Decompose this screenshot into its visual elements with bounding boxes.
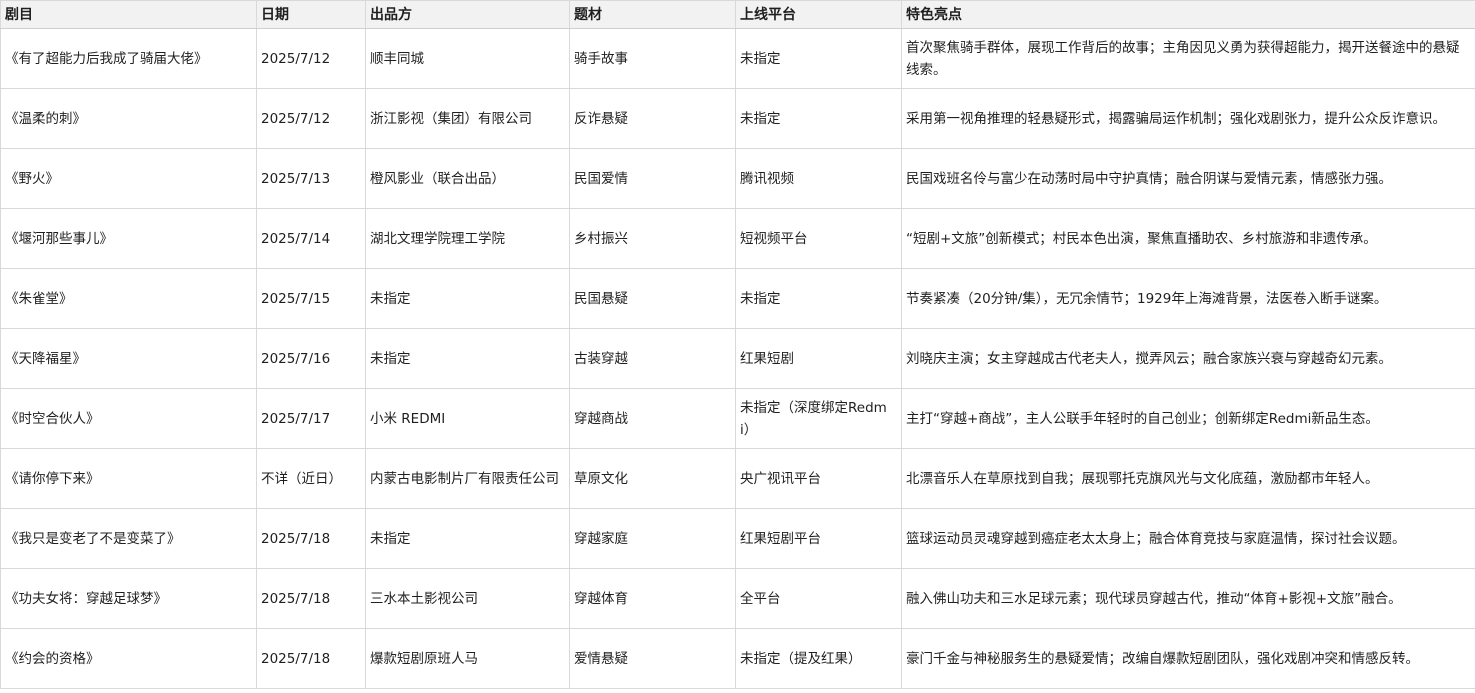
table-row: 《堰河那些事儿》 2025/7/14 湖北文理学院理工学院 乡村振兴 短视频平台 “短剧+… [0, 208, 1475, 269]
cell-platform[interactable]: 央广视讯平台 [735, 448, 902, 509]
cell-feature[interactable]: 融入佛山功夫和三水足球元素；现代球员穿越古代，推动“体育+影视+文旅”融合。 [901, 568, 1475, 629]
cell-producer[interactable]: 爆款短剧原班人马 [365, 628, 570, 689]
cell-producer[interactable]: 顺丰同城 [365, 28, 570, 89]
cell-feature[interactable]: 北漂音乐人在草原找到自我；展现鄂托克旗风光与文化底蕴，激励都市年轻人。 [901, 448, 1475, 509]
cell-genre[interactable]: 乡村振兴 [569, 208, 736, 269]
cell-title[interactable]: 《我只是变老了不是变菜了》 [0, 508, 257, 569]
cell-feature[interactable]: 采用第一视角推理的轻悬疑形式，揭露骗局运作机制；强化戏剧张力，提升公众反诈意识。 [901, 88, 1475, 149]
cell-platform[interactable]: 未指定 [735, 28, 902, 89]
cell-genre[interactable]: 穿越体育 [569, 568, 736, 629]
cell-producer[interactable]: 橙风影业（联合出品） [365, 148, 570, 209]
cell-date[interactable]: 2025/7/12 [256, 28, 366, 89]
cell-title[interactable]: 《功夫女将：穿越足球梦》 [0, 568, 257, 629]
cell-producer[interactable]: 三水本土影视公司 [365, 568, 570, 629]
cell-genre[interactable]: 反诈悬疑 [569, 88, 736, 149]
table-row: 《请你停下来》 不详（近日） 内蒙古电影制片厂有限责任公司 草原文化 央广视讯平台 北漂音… [0, 448, 1475, 509]
cell-title[interactable]: 《请你停下来》 [0, 448, 257, 509]
cell-platform[interactable]: 全平台 [735, 568, 902, 629]
cell-genre[interactable]: 爱情悬疑 [569, 628, 736, 689]
cell-producer[interactable]: 浙江影视（集团）有限公司 [365, 88, 570, 149]
cell-producer[interactable]: 未指定 [365, 508, 570, 569]
cell-feature[interactable]: 节奏紧凑（20分钟/集），无冗余情节；1929年上海滩背景，法医卷入断手谜案。 [901, 268, 1475, 329]
cell-platform[interactable]: 未指定（深度绑定Redmi） [735, 388, 902, 449]
short-drama-table: 剧目 日期 出品方 题材 上线平台 特色亮点 《有了超能力后我成了骑届大佬》 20… [0, 0, 1475, 689]
cell-genre[interactable]: 古装穿越 [569, 328, 736, 389]
cell-platform[interactable]: 红果短剧平台 [735, 508, 902, 569]
table-row: 《功夫女将：穿越足球梦》 2025/7/18 三水本土影视公司 穿越体育 全平台 融入佛山… [0, 568, 1475, 629]
table-row: 《天降福星》 2025/7/16 未指定 古装穿越 红果短剧 刘晓庆主演；女主穿越成古代老… [0, 328, 1475, 389]
cell-date[interactable]: 2025/7/12 [256, 88, 366, 149]
cell-platform[interactable]: 腾讯视频 [735, 148, 902, 209]
cell-producer[interactable]: 湖北文理学院理工学院 [365, 208, 570, 269]
cell-title[interactable]: 《朱雀堂》 [0, 268, 257, 329]
cell-platform[interactable]: 红果短剧 [735, 328, 902, 389]
cell-date[interactable]: 2025/7/18 [256, 628, 366, 689]
cell-title[interactable]: 《堰河那些事儿》 [0, 208, 257, 269]
cell-genre[interactable]: 民国爱情 [569, 148, 736, 209]
column-header-title[interactable]: 剧目 [0, 0, 257, 29]
column-header-platform[interactable]: 上线平台 [735, 0, 902, 29]
cell-platform[interactable]: 未指定 [735, 268, 902, 329]
cell-date[interactable]: 2025/7/18 [256, 568, 366, 629]
cell-genre[interactable]: 草原文化 [569, 448, 736, 509]
header-row: 剧目 日期 出品方 题材 上线平台 特色亮点 [0, 0, 1475, 29]
cell-genre[interactable]: 穿越家庭 [569, 508, 736, 569]
cell-platform[interactable]: 未指定（提及红果） [735, 628, 902, 689]
table-row: 《约会的资格》 2025/7/18 爆款短剧原班人马 爱情悬疑 未指定（提及红果） 豪门千… [0, 628, 1475, 689]
column-header-genre[interactable]: 题材 [569, 0, 736, 29]
cell-date[interactable]: 不详（近日） [256, 448, 366, 509]
cell-feature[interactable]: 刘晓庆主演；女主穿越成古代老夫人，搅弄风云；融合家族兴衰与穿越奇幻元素。 [901, 328, 1475, 389]
column-header-producer[interactable]: 出品方 [365, 0, 570, 29]
cell-title[interactable]: 《天降福星》 [0, 328, 257, 389]
cell-title[interactable]: 《野火》 [0, 148, 257, 209]
cell-date[interactable]: 2025/7/15 [256, 268, 366, 329]
cell-feature[interactable]: 主打“穿越+商战”，主人公联手年轻时的自己创业；创新绑定Redmi新品生态。 [901, 388, 1475, 449]
cell-platform[interactable]: 短视频平台 [735, 208, 902, 269]
cell-feature[interactable]: 篮球运动员灵魂穿越到癌症老太太身上；融合体育竞技与家庭温情，探讨社会议题。 [901, 508, 1475, 569]
table-row: 《有了超能力后我成了骑届大佬》 2025/7/12 顺丰同城 骑手故事 未指定 首次聚焦骑… [0, 28, 1475, 89]
cell-producer[interactable]: 小米 REDMI [365, 388, 570, 449]
table-body: 《有了超能力后我成了骑届大佬》 2025/7/12 顺丰同城 骑手故事 未指定 首次聚焦骑… [0, 28, 1475, 689]
cell-date[interactable]: 2025/7/16 [256, 328, 366, 389]
spreadsheet-view: 剧目 日期 出品方 题材 上线平台 特色亮点 《有了超能力后我成了骑届大佬》 20… [0, 0, 1475, 693]
cell-date[interactable]: 2025/7/18 [256, 508, 366, 569]
cell-feature[interactable]: 豪门千金与神秘服务生的悬疑爱情；改编自爆款短剧团队，强化戏剧冲突和情感反转。 [901, 628, 1475, 689]
cell-genre[interactable]: 穿越商战 [569, 388, 736, 449]
table-row: 《野火》 2025/7/13 橙风影业（联合出品） 民国爱情 腾讯视频 民国戏班名伶与富少… [0, 148, 1475, 209]
cell-title[interactable]: 《有了超能力后我成了骑届大佬》 [0, 28, 257, 89]
table-row: 《我只是变老了不是变菜了》 2025/7/18 未指定 穿越家庭 红果短剧平台 篮球运动员… [0, 508, 1475, 569]
cell-date[interactable]: 2025/7/17 [256, 388, 366, 449]
cell-producer[interactable]: 内蒙古电影制片厂有限责任公司 [365, 448, 570, 509]
cell-date[interactable]: 2025/7/14 [256, 208, 366, 269]
cell-title[interactable]: 《温柔的刺》 [0, 88, 257, 149]
cell-feature[interactable]: “短剧+文旅”创新模式；村民本色出演，聚焦直播助农、乡村旅游和非遗传承。 [901, 208, 1475, 269]
cell-producer[interactable]: 未指定 [365, 268, 570, 329]
cell-genre[interactable]: 骑手故事 [569, 28, 736, 89]
column-header-feature[interactable]: 特色亮点 [901, 0, 1475, 29]
cell-feature[interactable]: 民国戏班名伶与富少在动荡时局中守护真情；融合阴谋与爱情元素，情感张力强。 [901, 148, 1475, 209]
column-header-date[interactable]: 日期 [256, 0, 366, 29]
cell-platform[interactable]: 未指定 [735, 88, 902, 149]
cell-feature[interactable]: 首次聚焦骑手群体，展现工作背后的故事；主角因见义勇为获得超能力，揭开送餐途中的悬… [901, 28, 1475, 89]
cell-producer[interactable]: 未指定 [365, 328, 570, 389]
table-row: 《时空合伙人》 2025/7/17 小米 REDMI 穿越商战 未指定（深度绑定Redm… [0, 388, 1475, 449]
table-row: 《温柔的刺》 2025/7/12 浙江影视（集团）有限公司 反诈悬疑 未指定 采用第一视角… [0, 88, 1475, 149]
cell-title[interactable]: 《约会的资格》 [0, 628, 257, 689]
cell-date[interactable]: 2025/7/13 [256, 148, 366, 209]
cell-title[interactable]: 《时空合伙人》 [0, 388, 257, 449]
cell-genre[interactable]: 民国悬疑 [569, 268, 736, 329]
table-row: 《朱雀堂》 2025/7/15 未指定 民国悬疑 未指定 节奏紧凑（20分钟/集），无冗余… [0, 268, 1475, 329]
